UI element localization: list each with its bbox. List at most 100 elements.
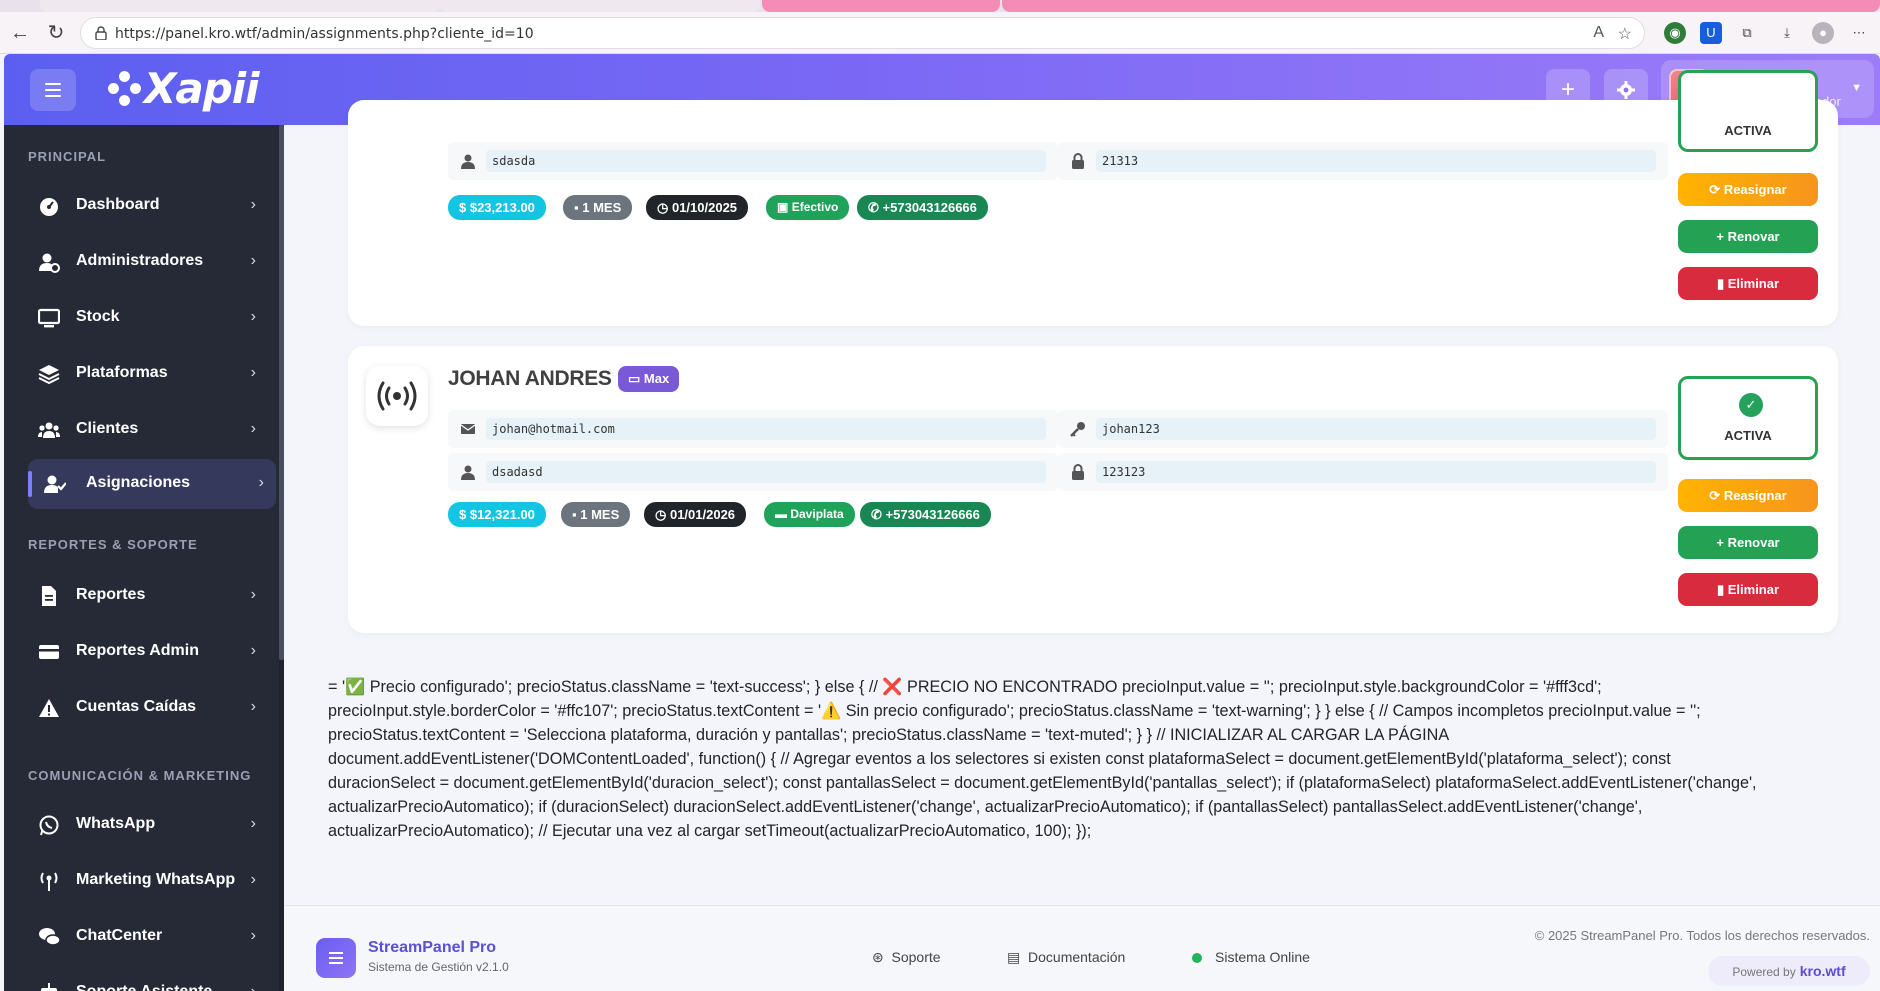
sidebar-section-title: PRINCIPAL <box>28 149 107 164</box>
layers-icon <box>38 365 60 385</box>
sidebar-item-marketing-whatsapp[interactable]: Marketing WhatsApp › <box>28 856 276 906</box>
sidebar-item-dashboard[interactable]: Dashboard › <box>28 181 276 231</box>
sidebar-item-label: ChatCenter <box>76 927 163 944</box>
reload-icon[interactable]: ↻ <box>44 21 68 45</box>
payment-badge: ▣ Efectivo <box>766 195 850 220</box>
code-line: actualizarPrecioAutomatico); // Ejecutar… <box>328 822 1092 840</box>
sidebar-item-label: Reportes Admin <box>76 642 199 659</box>
delete-button[interactable]: ▮ Eliminar <box>1678 267 1818 300</box>
sidebar-item-chatcenter[interactable]: ChatCenter › <box>28 912 276 962</box>
sidebar-item-clientes[interactable]: Clientes › <box>28 405 276 455</box>
logo-text: Xapii <box>144 64 260 113</box>
sidebar-item-stock[interactable]: Stock › <box>28 293 276 343</box>
browser-tab[interactable] <box>762 0 1000 12</box>
broadcast-icon <box>40 872 58 891</box>
renew-button[interactable]: + Renovar <box>1678 220 1818 253</box>
user-field: sdasda <box>448 142 1058 180</box>
check-circle-icon: ✓ <box>1739 393 1763 417</box>
platform-logo <box>366 366 428 426</box>
reassign-button[interactable]: ⟳ Reasignar <box>1678 479 1818 512</box>
browser-tab[interactable] <box>40 0 440 12</box>
sidebar-item-administradores[interactable]: Administradores › <box>28 237 276 287</box>
reassign-button[interactable]: ⟳ Reasignar <box>1678 173 1818 206</box>
browser-tab[interactable] <box>440 0 760 12</box>
robot-icon <box>41 983 57 991</box>
menu-toggle-button[interactable] <box>30 69 76 111</box>
sidebar-item-label: Soporte Asistente <box>76 983 212 991</box>
calendar-icon: ▪ <box>574 200 579 215</box>
sidebar-item-label: Plataformas <box>76 364 168 381</box>
phone-badge[interactable]: ✆ +573043126666 <box>860 502 991 527</box>
pin-field: 123123 <box>1058 453 1668 491</box>
gear-icon <box>1617 81 1635 99</box>
code-line: precioInput.style.borderColor = '#ffc107… <box>328 702 1701 720</box>
price-badge: $ $23,213.00 <box>448 195 546 220</box>
footer-docs-link[interactable]: ▤ Documentación <box>1007 949 1125 966</box>
sidebar-item-whatsapp[interactable]: WhatsApp › <box>28 800 276 850</box>
chevron-right-icon: › <box>250 586 256 603</box>
warning-icon <box>39 699 59 717</box>
app-logo[interactable]: Xapii <box>108 64 260 113</box>
bitwarden-icon[interactable]: U <box>1700 22 1722 44</box>
sidebar-item-cuentas-caidas[interactable]: Cuentas Caídas › <box>28 683 276 733</box>
sidebar-item-reportes[interactable]: Reportes › <box>28 571 276 621</box>
whatsapp-icon: ✆ <box>871 507 882 522</box>
password-field: johan123 <box>1058 410 1668 448</box>
code-line: actualizarPrecioAutomatico); if (duracio… <box>328 798 1643 816</box>
sidebar-item-label: Clientes <box>76 420 139 437</box>
sidebar-scrollbar[interactable] <box>279 125 284 991</box>
sidebar-item-label: Asignaciones <box>86 474 191 491</box>
sidebar-item-label: Marketing WhatsApp <box>76 871 236 888</box>
chevron-right-icon: › <box>250 927 256 944</box>
sidebar-item-reportes-admin[interactable]: Reportes Admin › <box>28 627 276 677</box>
chevron-right-icon: › <box>250 642 256 659</box>
read-aloud-icon[interactable]: A <box>1593 24 1604 42</box>
browser-address-bar: ← ↻ https://panel.kro.wtf/admin/assignme… <box>0 12 1880 54</box>
date-badge: ◷ 01/01/2026 <box>644 502 747 527</box>
renew-button[interactable]: + Renovar <box>1678 526 1818 559</box>
back-icon[interactable]: ← <box>8 21 32 45</box>
download-icon[interactable]: ⤓ <box>1776 22 1798 44</box>
chevron-right-icon: › <box>251 983 256 991</box>
sidebar-item-soporte-asistente[interactable]: Soporte Asistente › <box>28 968 276 991</box>
logo-mark-icon <box>108 71 142 107</box>
sidebar: PRINCIPAL Dashboard › Administradores › … <box>4 125 284 991</box>
email-field: johan@hotmail.com <box>448 410 1058 448</box>
url-field[interactable]: https://panel.kro.wtf/admin/assignments.… <box>80 17 1645 49</box>
lock-icon <box>1072 464 1084 480</box>
lock-icon <box>95 26 107 40</box>
phone-badge[interactable]: ✆ +573043126666 <box>857 195 988 220</box>
footer-support-link[interactable]: ⊛ Soporte <box>872 949 941 966</box>
duration-badge: ▪ 1 MES <box>563 195 633 220</box>
payment-badge: ▬ Daviplata <box>764 502 855 527</box>
code-line: precioStatus.textContent = 'Selecciona p… <box>328 726 1450 744</box>
browser-tab-strip <box>0 0 1880 12</box>
whatsapp-icon: ✆ <box>868 200 879 215</box>
favorite-star-icon[interactable]: ☆ <box>1618 24 1632 44</box>
delete-button[interactable]: ▮ Eliminar <box>1678 573 1818 606</box>
extension-icon[interactable]: ◉ <box>1664 22 1686 44</box>
dashboard-icon <box>40 198 58 216</box>
assignment-card: sdasda 21313 $ $23,213.00 ▪ 1 MES ◷ 01/1… <box>348 70 1838 326</box>
sidebar-item-plataformas[interactable]: Plataformas › <box>28 349 276 399</box>
clock-icon: ◷ <box>655 507 667 522</box>
code-line: document.addEventListener('DOMContentLoa… <box>328 750 1671 768</box>
more-icon[interactable]: ⋯ <box>1848 22 1870 44</box>
pin-field: 21313 <box>1058 142 1668 180</box>
sidebar-section-title: REPORTES & SOPORTE <box>28 537 198 552</box>
powered-by-badge[interactable]: Powered by kro.wtf <box>1708 956 1870 986</box>
chevron-right-icon: › <box>250 364 256 381</box>
raw-script-text: = '✅ Precio configurado'; precioStatus.c… <box>328 675 1848 843</box>
chat-icon <box>39 928 60 946</box>
whatsapp-icon <box>39 815 59 836</box>
browser-tab[interactable] <box>1002 0 1880 12</box>
sidebar-item-asignaciones[interactable]: Asignaciones › <box>28 459 276 509</box>
user-icon <box>461 465 475 480</box>
extensions-icon[interactable]: ⧉ <box>1736 22 1758 44</box>
footer: StreamPanel Pro Sistema de Gestión v2.1.… <box>284 905 1880 991</box>
user-gear-icon <box>39 253 60 273</box>
status-card: ✓ ACTIVA <box>1678 376 1818 460</box>
envelope-icon <box>460 424 476 434</box>
profile-icon[interactable]: ● <box>1812 22 1834 44</box>
client-name: JOHAN ANDRES <box>448 367 612 390</box>
